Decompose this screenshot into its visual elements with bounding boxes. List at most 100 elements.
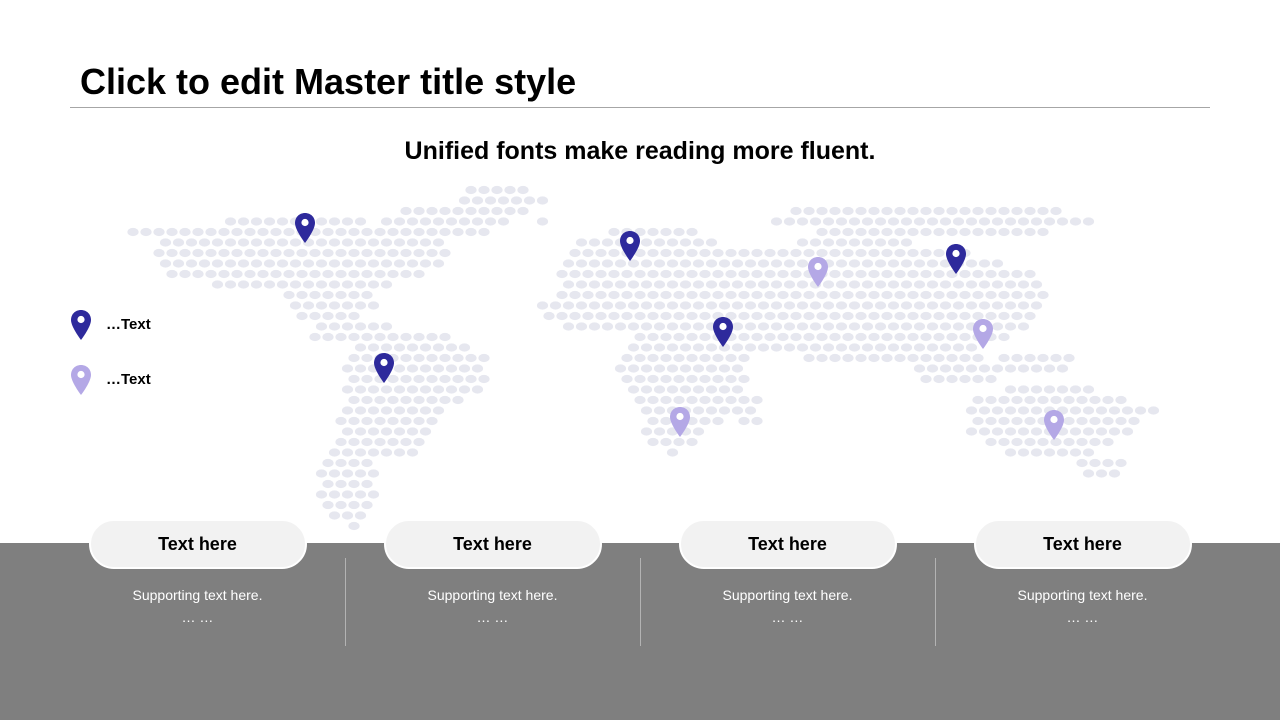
map-dot bbox=[913, 364, 926, 373]
map-dot bbox=[985, 227, 997, 237]
card-title-pill[interactable]: Text here bbox=[678, 519, 897, 569]
card-supporting-text[interactable]: Supporting text here. … … bbox=[345, 584, 640, 628]
map-dot bbox=[127, 227, 139, 237]
map-dot bbox=[348, 395, 360, 405]
map-dot bbox=[673, 227, 685, 237]
map-dot bbox=[653, 301, 666, 310]
map-dot bbox=[1147, 406, 1160, 415]
map-dot bbox=[341, 406, 354, 415]
map-dot bbox=[601, 322, 614, 331]
map-dot bbox=[621, 269, 633, 279]
map-dot bbox=[302, 259, 315, 268]
map-dot bbox=[1004, 406, 1017, 415]
map-dot bbox=[374, 416, 386, 426]
map-dot bbox=[783, 301, 796, 310]
map-dot bbox=[933, 248, 945, 258]
map-dot bbox=[315, 469, 328, 478]
map-dot bbox=[965, 427, 978, 436]
map-dot bbox=[855, 227, 867, 237]
map-dot bbox=[829, 206, 841, 216]
card-supporting-text[interactable]: Supporting text here. … … bbox=[50, 584, 345, 628]
map-dot bbox=[634, 374, 646, 384]
card-ellipsis: … … bbox=[771, 609, 804, 625]
map-dot bbox=[725, 353, 737, 363]
map-dot bbox=[335, 311, 347, 321]
map-dot bbox=[887, 259, 900, 268]
map-dot bbox=[588, 301, 601, 310]
legend-label[interactable]: …Text bbox=[106, 316, 151, 333]
map-dot bbox=[276, 238, 289, 247]
map-dot bbox=[354, 322, 367, 331]
map-dot bbox=[374, 437, 386, 447]
map-dot bbox=[894, 206, 906, 216]
map-dot bbox=[328, 469, 341, 478]
map-dot bbox=[718, 259, 731, 268]
map-dot bbox=[302, 280, 315, 289]
map-dot bbox=[751, 395, 763, 405]
map-dot bbox=[822, 343, 835, 352]
map-dot bbox=[1102, 395, 1114, 405]
map-dot bbox=[985, 269, 997, 279]
map-dot bbox=[172, 259, 185, 268]
map-dot bbox=[432, 385, 445, 394]
map-dot bbox=[848, 301, 861, 310]
map-dot bbox=[406, 364, 419, 373]
map-dot bbox=[393, 343, 406, 352]
map-dot bbox=[640, 301, 653, 310]
legend-label[interactable]: …Text bbox=[106, 371, 151, 388]
map-dot bbox=[640, 280, 653, 289]
card-supporting-text[interactable]: Supporting text here. … … bbox=[935, 584, 1230, 628]
map-dot bbox=[419, 427, 432, 436]
map-dot bbox=[419, 238, 432, 247]
map-dot bbox=[679, 364, 692, 373]
map-dot bbox=[991, 427, 1004, 436]
map-dot bbox=[718, 385, 731, 394]
map-dot bbox=[783, 259, 796, 268]
card-title-pill[interactable]: Text here bbox=[973, 519, 1192, 569]
map-dot bbox=[705, 406, 718, 415]
map-dot bbox=[666, 301, 679, 310]
map-dot bbox=[458, 196, 471, 205]
map-dot bbox=[653, 364, 666, 373]
card-title-pill[interactable]: Text here bbox=[383, 519, 602, 569]
map-dot bbox=[296, 290, 308, 300]
map-dot bbox=[1011, 437, 1023, 447]
map-dot bbox=[497, 196, 510, 205]
card-supporting-text[interactable]: Supporting text here. … … bbox=[640, 584, 935, 628]
map-dot bbox=[426, 248, 438, 258]
map-dot bbox=[705, 301, 718, 310]
map-dot bbox=[432, 259, 445, 268]
map-dot bbox=[835, 280, 848, 289]
map-dot bbox=[478, 227, 490, 237]
map-dot bbox=[647, 227, 659, 237]
map-dot bbox=[731, 259, 744, 268]
map-dot bbox=[744, 343, 757, 352]
map-dot bbox=[1069, 427, 1082, 436]
map-dot bbox=[231, 227, 243, 237]
map-dot bbox=[1063, 416, 1075, 426]
map-dot bbox=[926, 280, 939, 289]
map-dot bbox=[731, 280, 744, 289]
map-dot bbox=[276, 259, 289, 268]
map-dot bbox=[595, 248, 607, 258]
map-dot bbox=[998, 227, 1010, 237]
map-dot bbox=[1030, 385, 1043, 394]
map-dot bbox=[673, 290, 685, 300]
map-dot bbox=[861, 301, 874, 310]
map-dot bbox=[549, 301, 562, 310]
map-dot bbox=[322, 248, 334, 258]
map-dot bbox=[1063, 353, 1075, 363]
map-dot bbox=[744, 259, 757, 268]
card-title-pill[interactable]: Text here bbox=[88, 519, 307, 569]
map-dot bbox=[419, 217, 432, 226]
map-dot bbox=[341, 259, 354, 268]
map-dot bbox=[679, 259, 692, 268]
map-dot bbox=[920, 353, 932, 363]
map-dot bbox=[926, 343, 939, 352]
map-dot bbox=[608, 248, 620, 258]
map-dot bbox=[757, 322, 770, 331]
map-pin-south-america bbox=[374, 353, 394, 383]
map-dot bbox=[458, 364, 471, 373]
map-dot bbox=[725, 374, 737, 384]
map-dot bbox=[562, 259, 575, 268]
